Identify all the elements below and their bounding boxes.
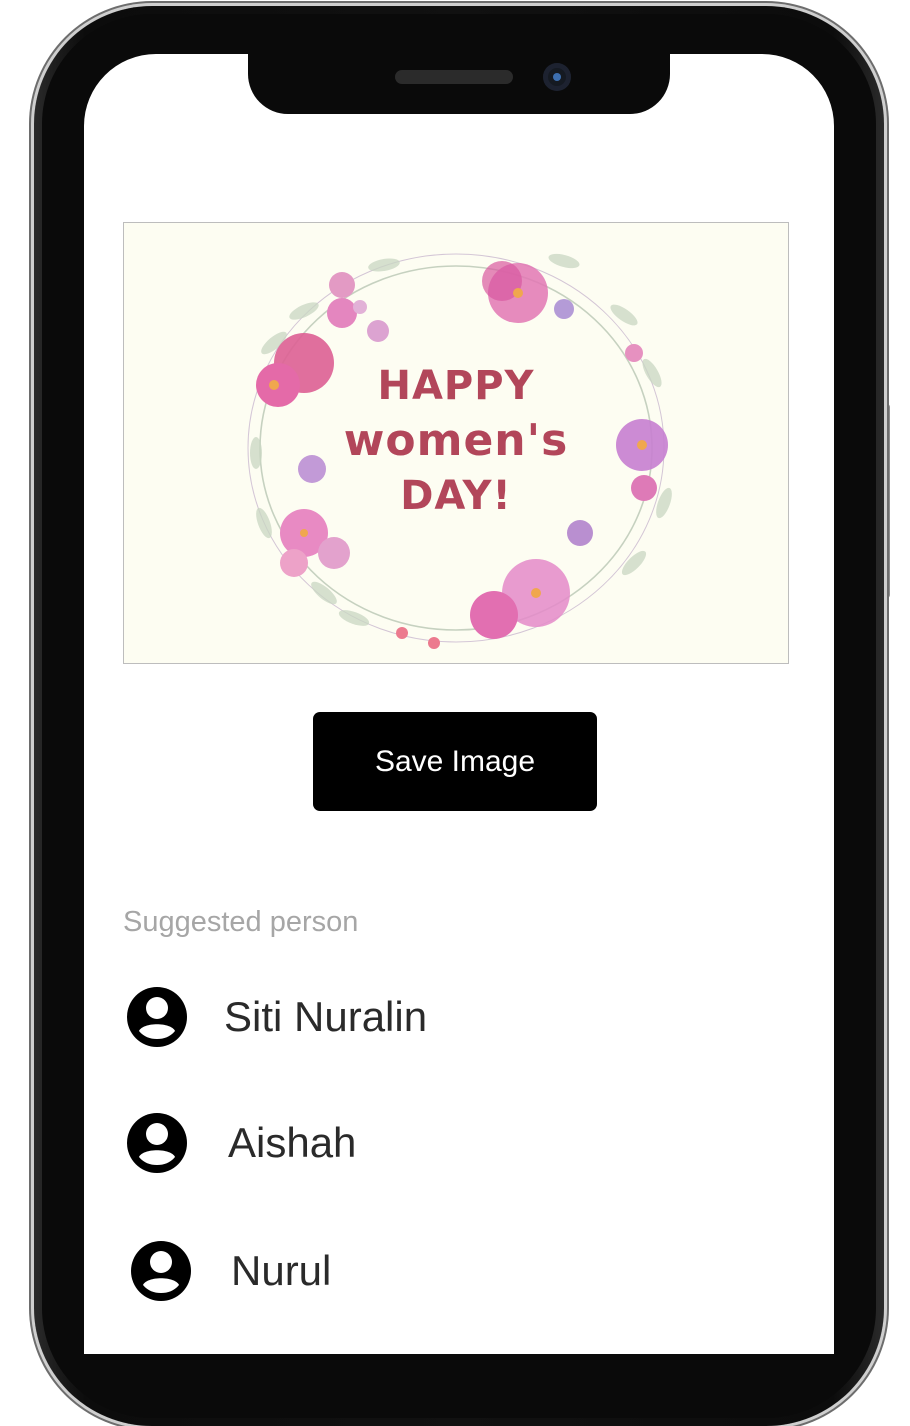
account-circle-icon bbox=[131, 1241, 191, 1301]
suggested-person-name: Siti Nuralin bbox=[224, 993, 428, 1040]
account-circle-icon bbox=[127, 1113, 187, 1173]
front-camera-icon bbox=[543, 63, 571, 91]
save-image-button[interactable]: Save Image bbox=[313, 712, 597, 811]
suggested-person-name: Nurul bbox=[231, 1247, 332, 1294]
suggested-person-item[interactable]: Aishah bbox=[124, 1108, 356, 1178]
suggested-person-heading: Suggested person bbox=[123, 906, 359, 938]
suggested-person-item[interactable]: Siti Nuralin bbox=[124, 982, 427, 1052]
suggested-person-item[interactable]: Nurul bbox=[128, 1236, 331, 1306]
account-circle-icon bbox=[127, 987, 187, 1047]
card-title-line-2: women's bbox=[343, 415, 569, 466]
greeting-card-image: HAPPY women's DAY! bbox=[123, 222, 789, 664]
suggested-person-name: Aishah bbox=[228, 1119, 357, 1166]
card-title-line-3: DAY! bbox=[400, 473, 512, 519]
card-title-line-1: HAPPY bbox=[377, 363, 535, 409]
earpiece-speaker bbox=[395, 70, 513, 84]
